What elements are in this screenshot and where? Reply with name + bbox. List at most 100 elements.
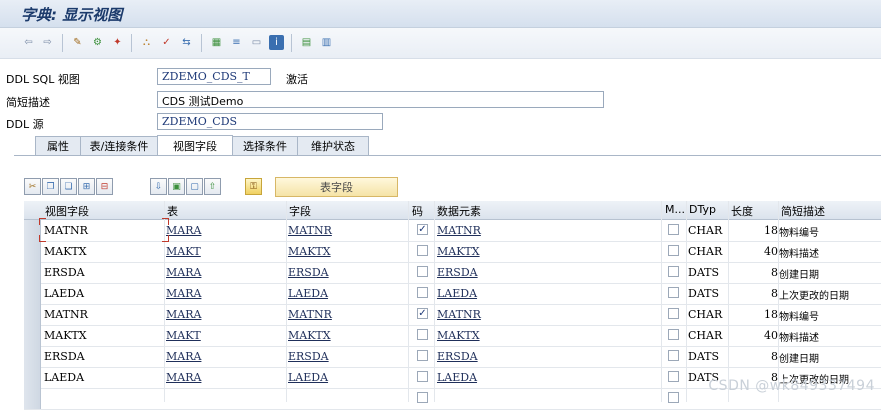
activate-icon[interactable]: ✦ <box>110 35 125 50</box>
tab-selection-conditions[interactable]: 选择条件 <box>232 136 298 155</box>
insert-row-icon[interactable]: ⊞ <box>78 178 95 195</box>
key-checkbox[interactable] <box>417 392 428 403</box>
cell-view-field[interactable]: ERSDA <box>44 266 85 279</box>
cell-table[interactable]: MARA <box>166 266 201 279</box>
row-selector[interactable] <box>24 304 41 325</box>
cell-field[interactable]: MAKTX <box>288 245 331 258</box>
col-table[interactable]: 表 <box>167 203 178 219</box>
col-dtype[interactable]: DTyp <box>689 203 716 216</box>
cell-view-field[interactable]: ERSDA <box>44 350 85 363</box>
m-checkbox[interactable] <box>668 329 679 340</box>
m-checkbox[interactable] <box>668 308 679 319</box>
cell-data-element[interactable]: MAKTX <box>437 245 480 258</box>
cell-field[interactable]: LAEDA <box>288 371 328 384</box>
cell-field[interactable]: MATNR <box>288 308 332 321</box>
key-checkbox[interactable] <box>417 371 428 382</box>
cell-data-element[interactable]: ERSDA <box>437 350 478 363</box>
cell-field[interactable]: MAKTX <box>288 329 331 342</box>
info-icon[interactable]: i <box>269 35 284 50</box>
row-selector[interactable] <box>24 241 41 262</box>
key-checkbox[interactable]: ✓ <box>417 308 428 319</box>
check-icon[interactable]: ✓ <box>159 35 174 50</box>
col-length[interactable]: 长度 <box>731 203 753 219</box>
row-selector[interactable] <box>24 388 41 409</box>
delete-row-icon[interactable]: ⊟ <box>96 178 113 195</box>
col-field[interactable]: 字段 <box>289 203 311 219</box>
display-change-icon[interactable]: ✎ <box>70 35 85 50</box>
col-short-desc[interactable]: 简短描述 <box>781 203 825 219</box>
tab-maintenance-status[interactable]: 维护状态 <box>297 136 369 155</box>
ddl-source-field[interactable]: ZDEMO_CDS <box>157 113 383 130</box>
col-m[interactable]: M... <box>665 203 685 216</box>
cell-field[interactable]: LAEDA <box>288 287 328 300</box>
cut-icon[interactable]: ✂ <box>24 178 41 195</box>
cell-table[interactable]: MARA <box>166 287 201 300</box>
key-checkbox[interactable] <box>417 287 428 298</box>
sort-icon[interactable]: ⇩ <box>150 178 167 195</box>
cell-view-field[interactable]: LAEDA <box>44 287 84 300</box>
col-key[interactable]: 码 <box>412 203 423 219</box>
key-checkbox[interactable] <box>417 329 428 340</box>
table-row[interactable]: MAKTX MAKT MAKTX MAKTX CHAR 40 物料描述 <box>24 325 881 347</box>
technical-settings-icon[interactable]: ⇆ <box>179 35 194 50</box>
col-view-field[interactable]: 视图字段 <box>45 203 89 219</box>
cell-table[interactable]: MARA <box>166 371 201 384</box>
col-data-element[interactable]: 数据元素 <box>437 203 481 219</box>
cell-field[interactable]: ERSDA <box>288 266 329 279</box>
table-fields-button[interactable]: 表字段 <box>275 177 398 197</box>
row-selector[interactable] <box>24 346 41 367</box>
table-row[interactable]: MATNR MARA MATNR ✓ MATNR CHAR 18 物料编号 <box>24 304 881 326</box>
scroll-up-icon[interactable]: ⇧ <box>204 178 221 195</box>
cell-data-element[interactable]: MAKTX <box>437 329 480 342</box>
tab-attributes[interactable]: 属性 <box>35 136 81 155</box>
back-arrow-icon[interactable]: ⇦ <box>21 35 36 50</box>
key-checkbox[interactable] <box>417 245 428 256</box>
columns-icon[interactable]: ▥ <box>319 35 334 50</box>
hierarchy-icon[interactable]: ▦ <box>209 35 224 50</box>
where-used-icon[interactable]: ⛬ <box>139 35 154 50</box>
key-icon[interactable]: ⚿ <box>245 178 262 195</box>
row-selector[interactable] <box>24 367 41 388</box>
grid-icon[interactable]: ▤ <box>299 35 314 50</box>
cell-view-field[interactable]: MAKTX <box>44 329 87 342</box>
cell-data-element[interactable]: LAEDA <box>437 371 477 384</box>
cell-view-field[interactable]: MATNR <box>44 308 88 321</box>
window-icon[interactable]: ▭ <box>249 35 264 50</box>
ddl-sql-view-field[interactable]: ZDEMO_CDS_T <box>157 68 271 85</box>
m-checkbox[interactable] <box>668 371 679 382</box>
table-row[interactable]: LAEDA MARA LAEDA LAEDA DATS 8 上次更改的日期 <box>24 283 881 305</box>
cell-table[interactable]: MARA <box>166 350 201 363</box>
key-checkbox[interactable] <box>417 350 428 361</box>
m-checkbox[interactable] <box>668 245 679 256</box>
deselect-icon[interactable]: ▢ <box>186 178 203 195</box>
cell-table[interactable]: MAKT <box>166 329 201 342</box>
m-checkbox[interactable] <box>668 287 679 298</box>
m-checkbox[interactable] <box>668 224 679 235</box>
short-desc-field[interactable]: CDS 测试Demo <box>157 91 604 108</box>
row-selector[interactable] <box>24 325 41 346</box>
table-row[interactable]: MAKTX MAKT MAKTX MAKTX CHAR 40 物料描述 <box>24 241 881 263</box>
cell-table[interactable]: MARA <box>166 224 201 237</box>
paste-icon[interactable]: ❏ <box>60 178 77 195</box>
cell-view-field[interactable]: MATNR <box>44 224 88 237</box>
table-row[interactable]: MATNR MARA MATNR ✓ MATNR CHAR 18 物料编号 <box>24 220 881 242</box>
cell-view-field[interactable]: MAKTX <box>44 245 87 258</box>
cell-view-field[interactable]: LAEDA <box>44 371 84 384</box>
cell-table[interactable]: MARA <box>166 308 201 321</box>
cell-table[interactable]: MAKT <box>166 245 201 258</box>
key-checkbox[interactable] <box>417 266 428 277</box>
m-checkbox[interactable] <box>668 266 679 277</box>
key-checkbox[interactable]: ✓ <box>417 224 428 235</box>
align-icon[interactable]: ≡ <box>229 35 244 50</box>
cell-field[interactable]: MATNR <box>288 224 332 237</box>
cell-data-element[interactable]: MATNR <box>437 308 481 321</box>
row-selector[interactable] <box>24 283 41 304</box>
m-checkbox[interactable] <box>668 350 679 361</box>
cell-data-element[interactable]: MATNR <box>437 224 481 237</box>
table-row[interactable]: ERSDA MARA ERSDA ERSDA DATS 8 创建日期 <box>24 346 881 368</box>
other-object-icon[interactable]: ⚙ <box>90 35 105 50</box>
select-all-icon[interactable]: ▣ <box>168 178 185 195</box>
cell-data-element[interactable]: ERSDA <box>437 266 478 279</box>
tab-table-join[interactable]: 表/连接条件 <box>80 136 158 155</box>
table-row[interactable]: ERSDA MARA ERSDA ERSDA DATS 8 创建日期 <box>24 262 881 284</box>
